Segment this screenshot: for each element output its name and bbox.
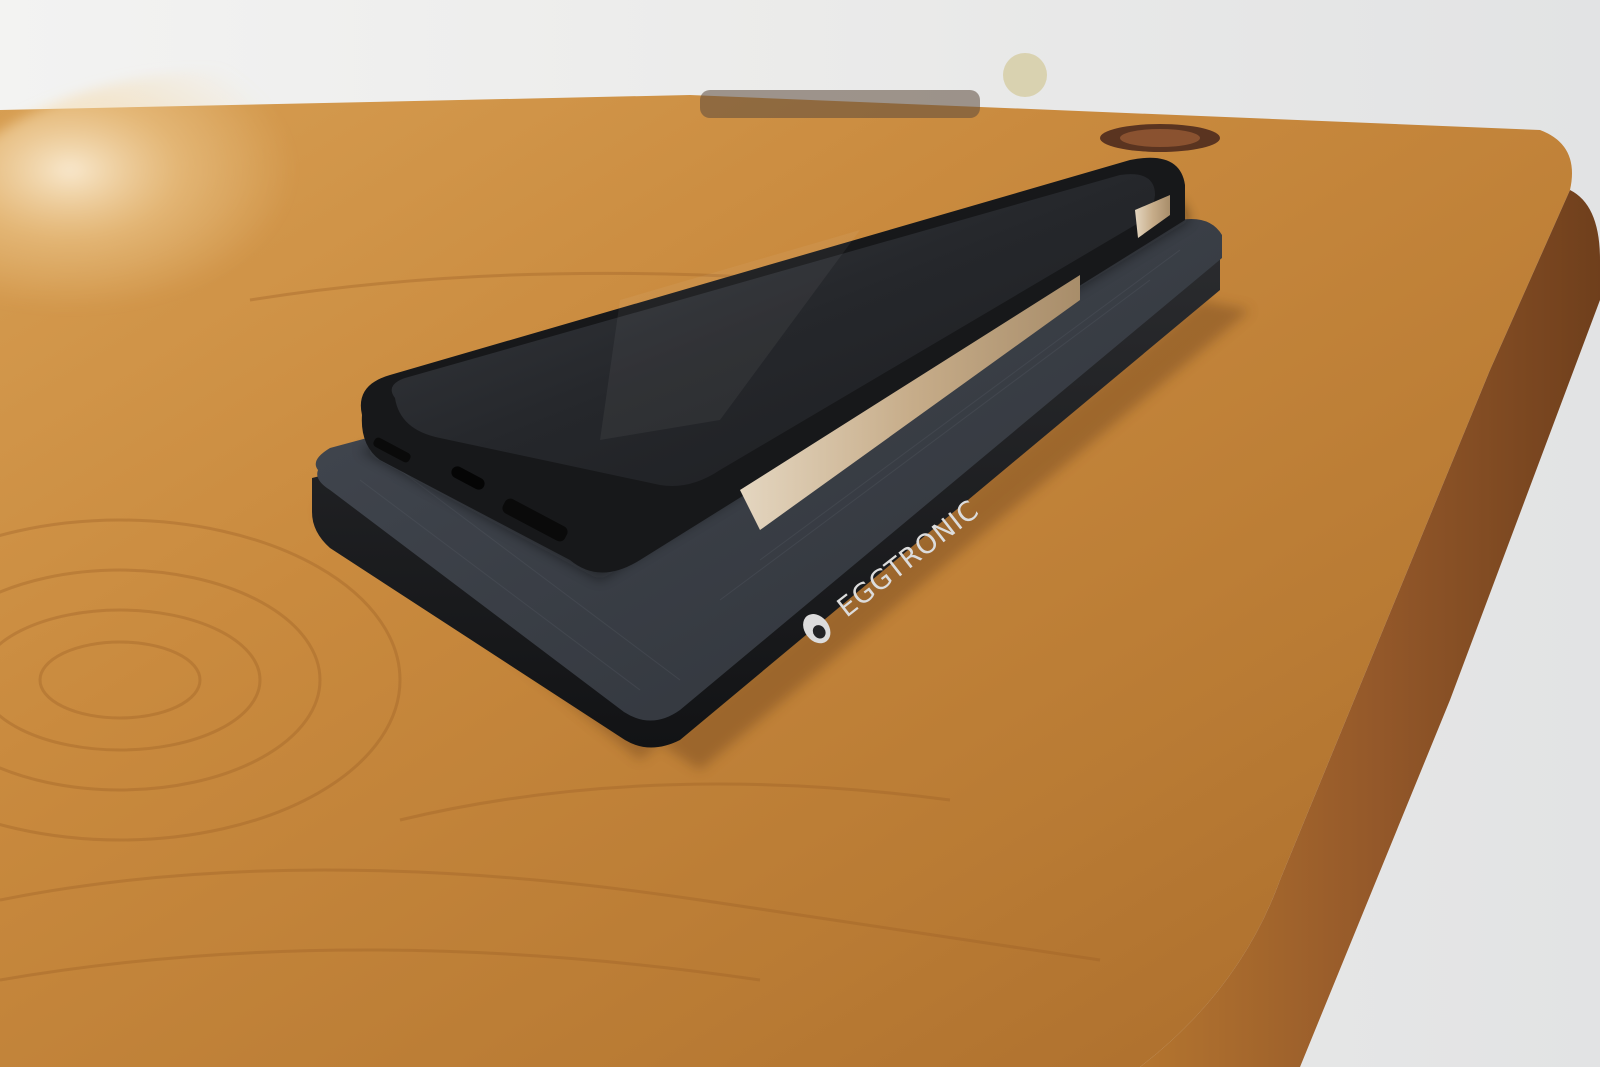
photo-scene: EGGTRONIC — [0, 0, 1600, 1067]
